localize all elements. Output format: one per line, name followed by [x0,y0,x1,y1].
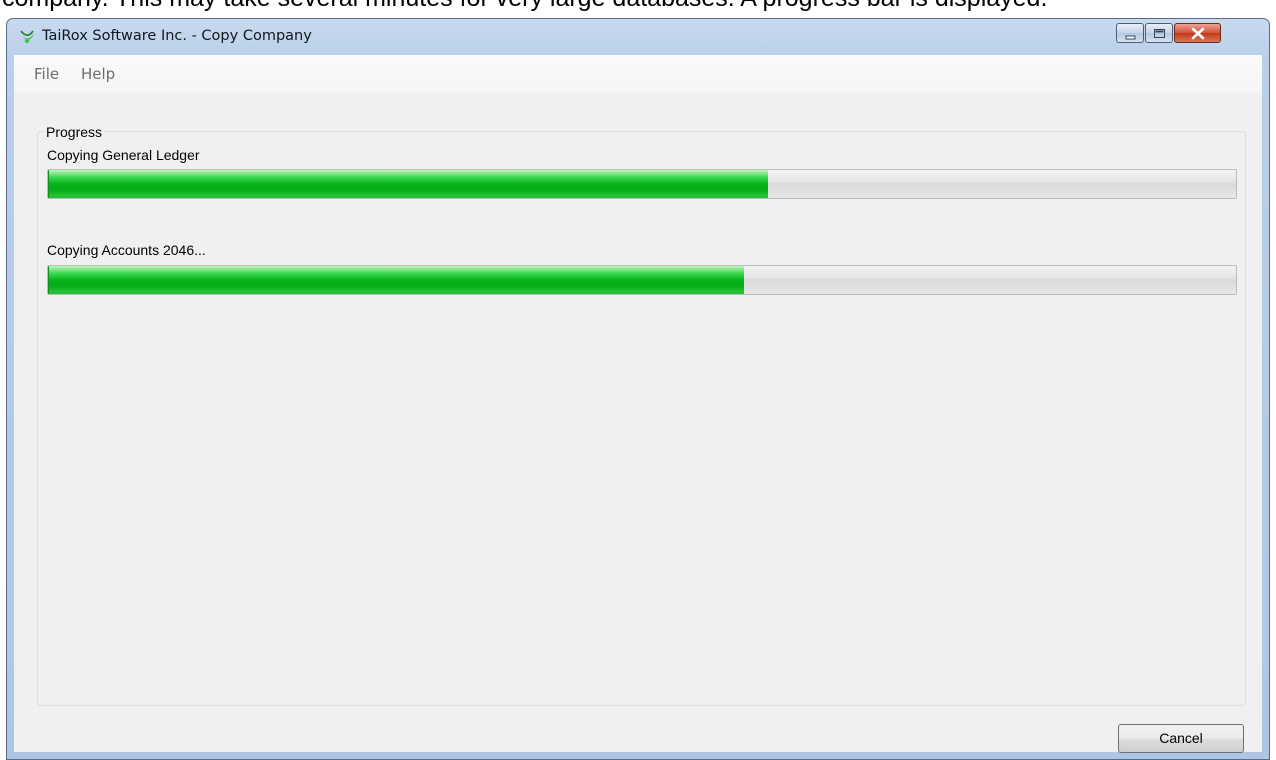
maximize-button[interactable] [1145,23,1173,43]
cancel-button[interactable]: Cancel [1118,724,1244,753]
progress-group-legend: Progress [44,124,105,140]
window-title: TaiRox Software Inc. - Copy Company [42,28,312,44]
menu-bar: File Help [14,55,1262,93]
progress-bar-general-ledger [47,169,1237,199]
close-button[interactable] [1174,23,1221,43]
minimize-button[interactable] [1116,23,1144,43]
task-label-accounts: Copying Accounts 2046... [47,242,206,258]
task-label-general-ledger: Copying General Ledger [47,147,200,163]
progress-fill-accounts [48,266,745,294]
maximize-icon [1154,29,1165,38]
document-text-line: company. This may take several minutes f… [0,0,1276,18]
progress-groupbox [37,131,1246,706]
minimize-icon [1125,35,1136,40]
menu-help[interactable]: Help [81,65,115,83]
menu-file[interactable]: File [34,65,59,83]
client-area: File Help Progress Copying General Ledge… [14,55,1262,753]
title-bar[interactable]: TaiRox Software Inc. - Copy Company [7,19,1269,55]
progress-fill-general-ledger [48,170,768,198]
tairox-logo-icon [20,30,34,44]
copy-company-window: TaiRox Software Inc. - Copy Company File… [6,18,1270,760]
close-icon [1191,27,1205,40]
progress-bar-accounts [47,265,1237,295]
